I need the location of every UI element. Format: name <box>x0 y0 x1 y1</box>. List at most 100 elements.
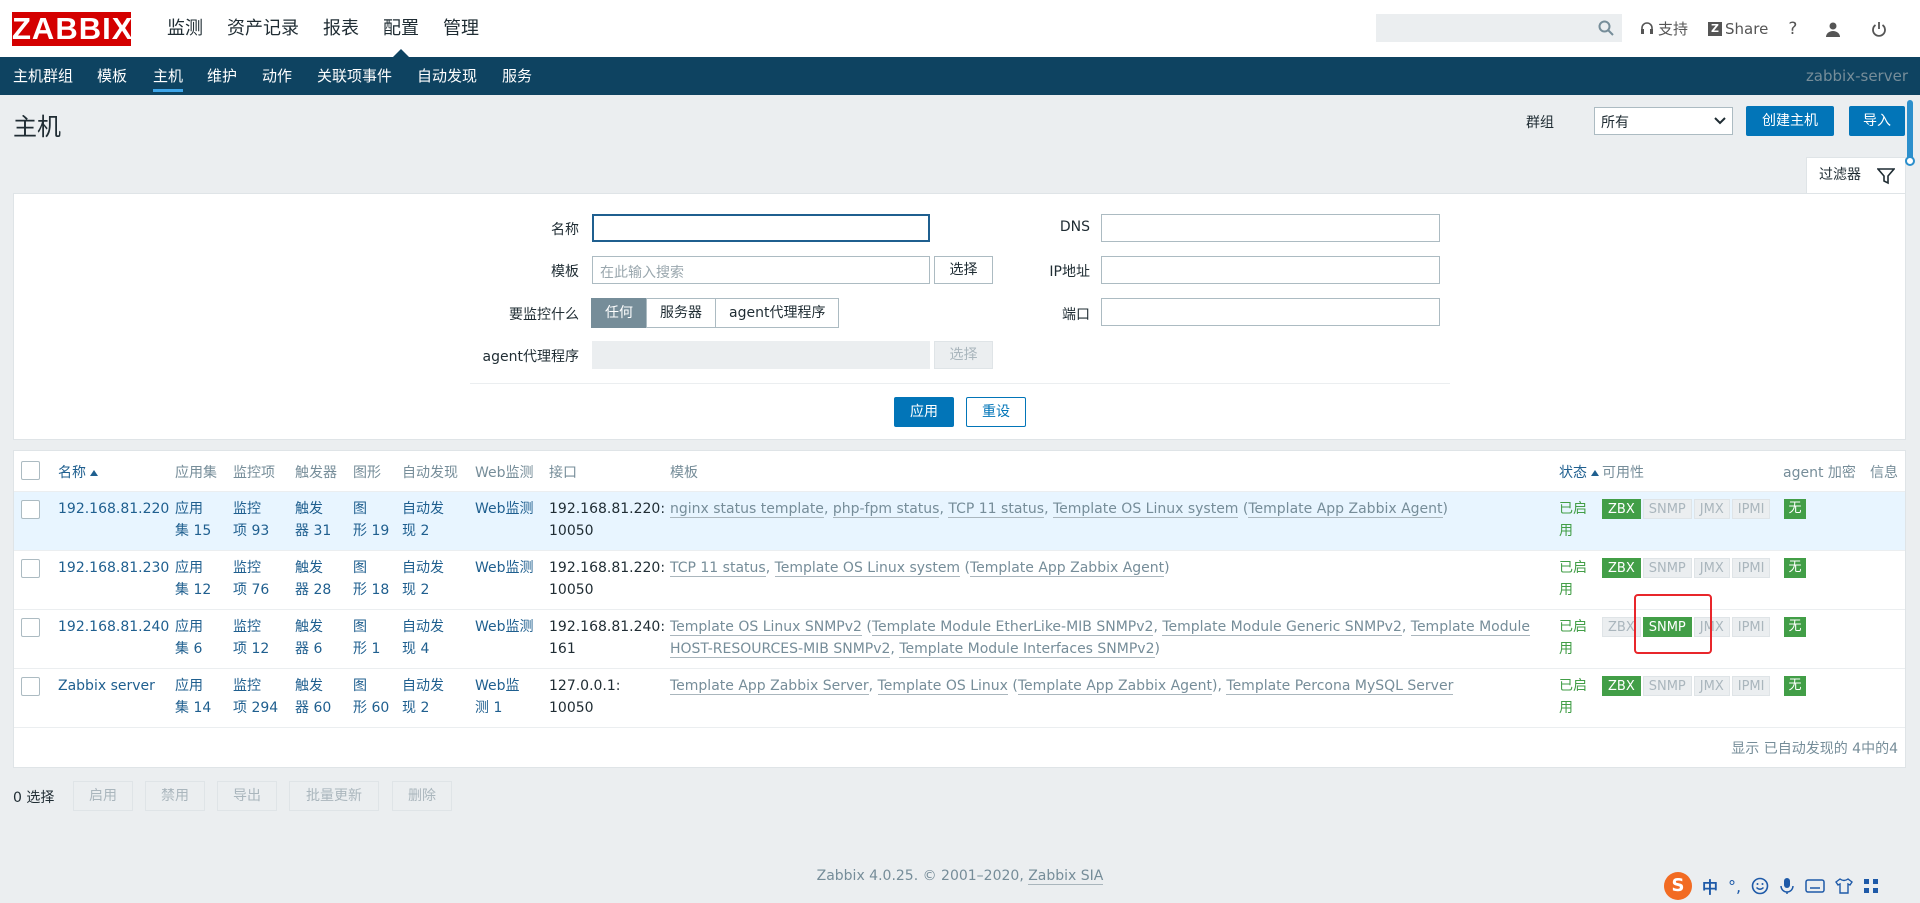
applications-link[interactable]: 应用集 12 <box>175 557 211 601</box>
web-link[interactable]: Web监测 <box>475 557 534 579</box>
items-link[interactable]: 监控项 294 <box>233 675 278 719</box>
filter-template-input[interactable]: 在此输入搜索 <box>592 256 930 284</box>
subnav-event-correlation[interactable]: 关联项事件 <box>317 57 392 95</box>
row-checkbox[interactable] <box>21 618 40 637</box>
discovery-link[interactable]: 自动发现 4 <box>402 616 444 660</box>
menu-monitoring[interactable]: 监测 <box>155 0 215 57</box>
subnav-templates[interactable]: 模板 <box>97 57 127 95</box>
template-link[interactable]: Template Module <box>1410 619 1531 636</box>
row-checkbox[interactable] <box>21 677 40 696</box>
web-link[interactable]: Web监测 <box>475 616 534 638</box>
template-link[interactable]: Template Module EtherLike-MIB SNMPv2 <box>871 619 1154 636</box>
filter-port-input[interactable] <box>1101 298 1440 326</box>
triggers-link[interactable]: 触发器 28 <box>295 557 331 601</box>
status-toggle[interactable]: 已启用 <box>1559 498 1587 542</box>
enable-button[interactable]: 启用 <box>73 781 133 811</box>
discovery-link[interactable]: 自动发现 2 <box>402 557 444 601</box>
template-select-button[interactable]: 选择 <box>934 256 993 284</box>
profile-link[interactable] <box>1825 21 1845 37</box>
column-header-status[interactable]: 状态 <box>1559 462 1599 482</box>
row-checkbox[interactable] <box>21 500 40 519</box>
template-link[interactable]: Template OS Linux system <box>1052 501 1239 518</box>
filter-apply-button[interactable]: 应用 <box>894 397 954 427</box>
discovery-link[interactable]: 自动发现 2 <box>402 498 444 542</box>
sogou-logo-icon[interactable]: S <box>1664 872 1692 900</box>
discovery-link[interactable]: 自动发现 2 <box>402 675 444 719</box>
support-link[interactable]: 支持 <box>1640 18 1688 39</box>
search-icon[interactable] <box>1597 19 1615 37</box>
ime-language[interactable]: 中 <box>1702 874 1718 898</box>
host-name-link[interactable]: 192.168.81.240 <box>58 616 169 638</box>
template-link[interactable]: Template OS Linux SNMPv2 <box>670 619 862 636</box>
template-link[interactable]: Template Percona MySQL Server <box>1226 678 1454 695</box>
monitor-option-proxy[interactable]: agent代理程序 <box>715 298 840 328</box>
logout-link[interactable] <box>1871 21 1891 37</box>
subnav-hosts[interactable]: 主机 <box>153 57 184 95</box>
delete-button[interactable]: 删除 <box>392 781 452 811</box>
template-link[interactable]: Template App Zabbix Agent <box>1017 678 1213 695</box>
subnav-services[interactable]: 服务 <box>502 57 532 95</box>
items-link[interactable]: 监控项 93 <box>233 498 269 542</box>
template-link[interactable]: TCP 11 status <box>948 501 1045 518</box>
graphs-link[interactable]: 图形 18 <box>353 557 389 601</box>
status-toggle[interactable]: 已启用 <box>1559 675 1587 719</box>
host-name-link[interactable]: 192.168.81.220 <box>58 498 169 520</box>
monitor-option-server[interactable]: 服务器 <box>646 298 716 328</box>
zabbix-logo[interactable]: ZABBIX <box>12 12 132 46</box>
mass-update-button[interactable]: 批量更新 <box>289 781 379 811</box>
subnav-host-groups[interactable]: 主机群组 <box>13 57 73 95</box>
status-toggle[interactable]: 已启用 <box>1559 616 1587 660</box>
subnav-discovery[interactable]: 自动发现 <box>417 57 477 95</box>
web-link[interactable]: Web监测 1 <box>475 675 520 719</box>
status-toggle[interactable]: 已启用 <box>1559 557 1587 601</box>
applications-link[interactable]: 应用集 6 <box>175 616 203 660</box>
menu-administration[interactable]: 管理 <box>431 0 491 57</box>
column-header-name[interactable]: 名称 <box>58 462 98 482</box>
filter-tab[interactable]: 过滤器 <box>1806 157 1906 193</box>
host-name-link[interactable]: 192.168.81.230 <box>58 557 169 579</box>
template-link[interactable]: Template Module Interfaces SNMPv2 <box>899 641 1155 658</box>
select-all-checkbox[interactable] <box>21 461 40 480</box>
filter-reset-button[interactable]: 重设 <box>966 397 1026 427</box>
grid-menu-icon[interactable] <box>1863 878 1879 894</box>
template-link[interactable]: Template OS Linux system <box>774 560 961 577</box>
host-name-link[interactable]: Zabbix server <box>58 675 155 697</box>
triggers-link[interactable]: 触发器 60 <box>295 675 331 719</box>
filter-dns-input[interactable] <box>1101 214 1440 242</box>
template-link[interactable]: HOST-RESOURCES-MIB SNMPv2 <box>670 641 891 658</box>
menu-configuration[interactable]: 配置 <box>371 0 431 57</box>
template-link[interactable]: Template Module Generic SNMPv2 <box>1162 619 1402 636</box>
filter-name-input[interactable] <box>592 214 930 242</box>
graphs-link[interactable]: 图形 19 <box>353 498 389 542</box>
template-link[interactable]: Template App Zabbix Agent <box>970 560 1165 577</box>
graphs-link[interactable]: 图形 1 <box>353 616 380 660</box>
menu-reports[interactable]: 报表 <box>311 0 371 57</box>
scrollbar-thumb[interactable] <box>1907 100 1913 160</box>
import-button[interactable]: 导入 <box>1849 106 1905 136</box>
graphs-link[interactable]: 图形 60 <box>353 675 389 719</box>
template-link[interactable]: php-fpm status <box>832 501 940 518</box>
shirt-icon[interactable] <box>1835 878 1854 894</box>
group-select[interactable]: 所有 <box>1594 107 1733 135</box>
applications-link[interactable]: 应用集 15 <box>175 498 211 542</box>
template-link[interactable]: TCP 11 status <box>670 560 766 577</box>
template-link[interactable]: Template OS Linux <box>877 678 1008 695</box>
emoji-icon[interactable] <box>1751 877 1769 895</box>
export-button[interactable]: 导出 <box>217 781 277 811</box>
subnav-maintenance[interactable]: 维护 <box>207 57 237 95</box>
subnav-actions[interactable]: 动作 <box>262 57 292 95</box>
applications-link[interactable]: 应用集 14 <box>175 675 211 719</box>
row-checkbox[interactable] <box>21 559 40 578</box>
zabbix-sia-link[interactable]: Zabbix SIA <box>1028 868 1104 885</box>
template-link[interactable]: Template App Zabbix Server <box>670 678 869 695</box>
share-link[interactable]: Z Share <box>1708 20 1768 38</box>
items-link[interactable]: 监控项 12 <box>233 616 269 660</box>
scrollbar-handle[interactable] <box>1905 156 1915 166</box>
items-link[interactable]: 监控项 76 <box>233 557 269 601</box>
create-host-button[interactable]: 创建主机 <box>1746 106 1834 136</box>
global-search-input[interactable] <box>1376 14 1622 42</box>
ime-punctuation[interactable]: °, <box>1728 877 1741 896</box>
template-link[interactable]: Template App Zabbix Agent <box>1248 501 1443 518</box>
disable-button[interactable]: 禁用 <box>145 781 205 811</box>
help-link[interactable]: ? <box>1788 19 1797 39</box>
